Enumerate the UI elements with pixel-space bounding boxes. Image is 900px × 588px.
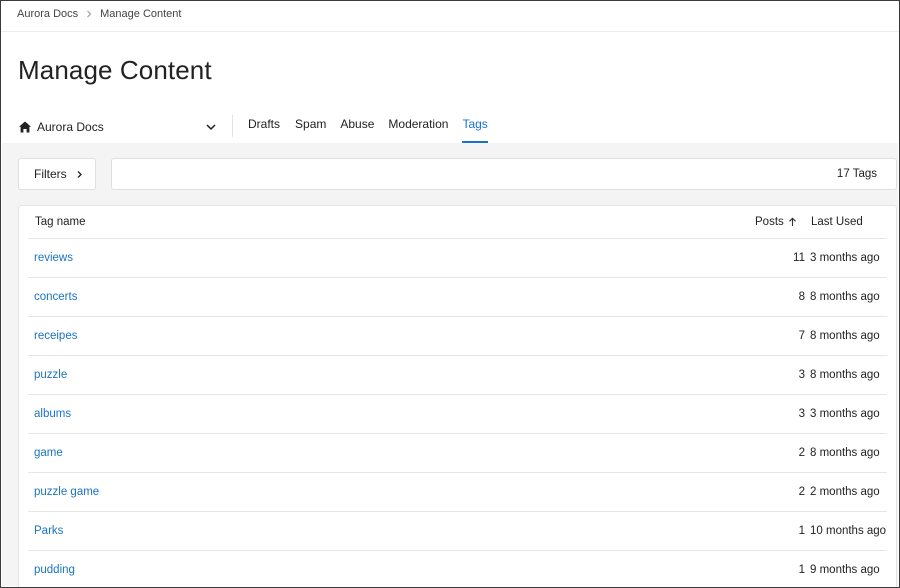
table-row: concerts 8 8 months ago [28, 278, 887, 317]
community-dropdown-label: Aurora Docs [37, 120, 104, 134]
filters-label: Filters [34, 167, 67, 181]
tag-last-used: 3 months ago [810, 408, 880, 420]
table-row: puzzle 3 8 months ago [28, 356, 887, 395]
tag-posts: 1 [798, 525, 805, 537]
tag-count-bar: 17 Tags [111, 158, 897, 190]
tag-link[interactable]: puzzle game [34, 486, 99, 498]
tab-spam[interactable]: Spam [295, 109, 326, 143]
column-header-tag-name[interactable]: Tag name [35, 216, 86, 228]
tag-posts: 8 [798, 291, 805, 303]
breadcrumb: Aurora Docs Manage Content [17, 7, 181, 21]
tag-posts: 11 [793, 252, 805, 264]
tag-posts: 3 [798, 369, 805, 381]
community-dropdown[interactable]: Aurora Docs [18, 114, 218, 140]
app-frame: Aurora Docs Manage Content Manage Conten… [0, 0, 900, 588]
table-row: albums 3 3 months ago [28, 395, 887, 434]
tag-last-used: 8 months ago [810, 291, 880, 303]
tag-link[interactable]: reviews [34, 252, 73, 264]
tab-tags[interactable]: Tags [462, 109, 489, 143]
table-row: game 2 8 months ago [28, 434, 887, 473]
tag-last-used: 10 months ago [810, 525, 887, 537]
page-title: Manage Content [18, 55, 212, 85]
table-row: pudding 1 9 months ago [28, 551, 887, 587]
tag-link[interactable]: concerts [34, 291, 77, 303]
column-header-posts[interactable]: Posts [755, 216, 797, 228]
column-header-posts-label: Posts [755, 216, 784, 228]
tag-last-used: 3 months ago [810, 252, 880, 264]
tab-moderation[interactable]: Moderation [388, 109, 448, 143]
filters-button[interactable]: Filters [18, 158, 96, 190]
tag-last-used: 8 months ago [810, 330, 880, 342]
tab-abuse[interactable]: Abuse [340, 109, 374, 143]
breadcrumb-divider [1, 31, 899, 32]
chevron-right-icon [85, 10, 93, 18]
tag-link[interactable]: pudding [34, 564, 75, 576]
tag-posts: 1 [798, 564, 805, 576]
tag-count: 17 Tags [836, 168, 877, 180]
tag-last-used: 8 months ago [810, 369, 880, 381]
tag-last-used: 8 months ago [810, 447, 880, 459]
tag-posts: 2 [798, 447, 805, 459]
table-header: Tag name Posts Last Used [28, 206, 887, 239]
table-row: Parks 1 10 months ago [28, 512, 887, 551]
column-header-last-used[interactable]: Last Used [811, 216, 863, 228]
chevron-down-icon [206, 124, 216, 131]
chevron-right-icon [77, 170, 82, 178]
tag-link[interactable]: game [34, 447, 63, 459]
arrow-up-icon [788, 217, 796, 226]
home-icon [19, 121, 31, 133]
tab-bar: Drafts Spam Abuse Moderation Tags [248, 109, 489, 143]
tag-posts: 3 [798, 408, 805, 420]
breadcrumb-item-community[interactable]: Aurora Docs [17, 8, 78, 20]
tag-last-used: 2 months ago [810, 486, 880, 498]
table-row: reviews 11 3 months ago [28, 239, 887, 278]
tag-link[interactable]: receipes [34, 330, 77, 342]
tag-last-used: 9 months ago [810, 564, 880, 576]
breadcrumb-item-current: Manage Content [100, 8, 182, 20]
tag-posts: 7 [798, 330, 805, 342]
tab-drafts[interactable]: Drafts [248, 109, 280, 143]
table-row: receipes 7 8 months ago [28, 317, 887, 356]
tag-link[interactable]: puzzle [34, 369, 67, 381]
header-divider [232, 115, 233, 137]
tag-link[interactable]: Parks [34, 525, 63, 537]
tag-posts: 2 [798, 486, 805, 498]
table-row: puzzle game 2 2 months ago [28, 473, 887, 512]
tag-link[interactable]: albums [34, 408, 71, 420]
tags-table: Tag name Posts Last Used reviews 11 3 mo… [18, 205, 897, 587]
